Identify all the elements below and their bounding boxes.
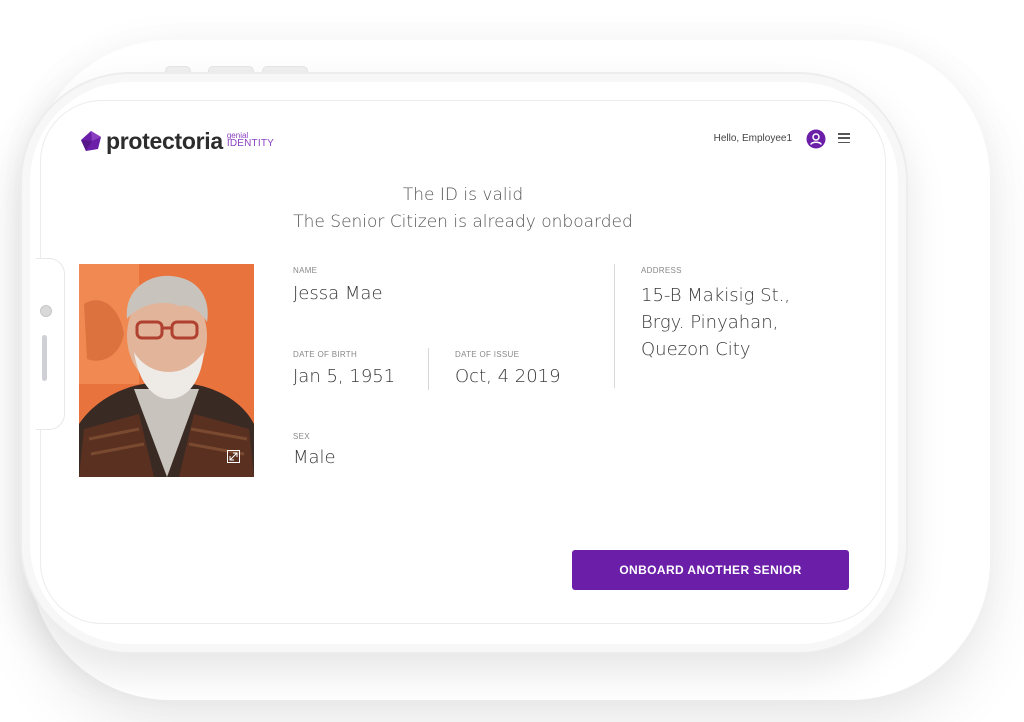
- sex-value: Male: [293, 447, 336, 468]
- doi-value: Oct, 4 2019: [455, 366, 561, 387]
- address-value: 15-B Makisig St., Brgy. Pinyahan, Quezon…: [641, 282, 841, 363]
- id-photo[interactable]: [79, 264, 254, 477]
- hamburger-menu-icon[interactable]: [838, 133, 850, 143]
- id-valid-message: The ID is valid: [402, 185, 524, 205]
- user-circle-icon[interactable]: [806, 129, 826, 149]
- logo-gem-icon: [81, 131, 101, 151]
- address-label: ADDRESS: [641, 266, 682, 275]
- speaker-grille: [42, 335, 47, 381]
- user-greeting: Hello, Employee1: [713, 133, 792, 144]
- brand-name: protectoria: [106, 128, 223, 154]
- expand-icon[interactable]: [227, 450, 240, 463]
- brand-sub-bottom: IDENTITY: [226, 138, 275, 149]
- address-line: Brgy. Pinyahan,: [641, 312, 779, 333]
- address-line: 15-B Makisig St.,: [641, 285, 791, 306]
- dob-label: DATE OF BIRTH: [293, 350, 358, 359]
- portrait-image: [79, 264, 254, 477]
- brand-subtitle: genial IDENTITY: [226, 132, 275, 149]
- onboarded-message: The Senior Citizen is already onboarded: [293, 212, 633, 232]
- sex-label: SEX: [293, 432, 310, 441]
- dob-value: Jan 5, 1951: [293, 366, 396, 387]
- divider: [428, 348, 429, 390]
- camera-icon: [40, 305, 52, 317]
- brand-logo[interactable]: protectoria genial IDENTITY: [80, 128, 275, 154]
- address-line: Quezon City: [641, 339, 751, 360]
- name-label: NAME: [293, 266, 318, 275]
- name-value: Jessa Mae: [293, 283, 383, 304]
- doi-label: DATE OF ISSUE: [455, 350, 520, 359]
- phone-notch: [36, 258, 65, 430]
- divider: [614, 264, 615, 388]
- onboard-another-senior-button[interactable]: ONBOARD ANOTHER SENIOR: [572, 550, 849, 590]
